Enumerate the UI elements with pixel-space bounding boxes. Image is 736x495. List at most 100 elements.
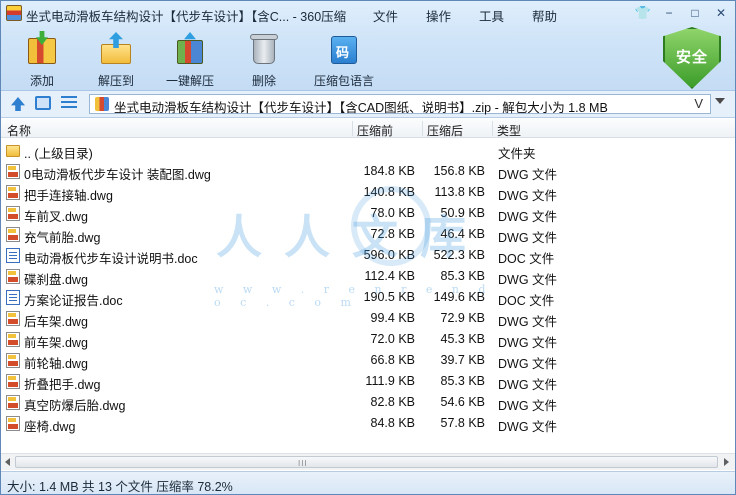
- dwg-file-icon: [6, 353, 20, 368]
- security-shield-button[interactable]: 安全: [663, 27, 721, 89]
- file-original-size: 72.9 KB: [440, 311, 485, 325]
- title-toolbar-area: 坐式电动滑板车结构设计【代步车设计】【含C... - 360压缩 文件 操作 工…: [1, 1, 735, 91]
- file-type: DWG 文件: [498, 378, 558, 392]
- file-type: DWG 文件: [498, 420, 558, 434]
- thumbnail-view-icon[interactable]: [35, 96, 51, 110]
- menu-operation[interactable]: 操作: [426, 6, 479, 25]
- file-type: DWG 文件: [498, 357, 558, 371]
- list-view-icon[interactable]: [61, 96, 77, 110]
- file-row[interactable]: 真空防爆后胎.dwg 82.8 KB 54.6 KB DWG 文件: [1, 392, 735, 413]
- file-row[interactable]: 车前叉.dwg 78.0 KB 50.9 KB DWG 文件: [1, 203, 735, 224]
- file-row[interactable]: .. (上级目录) 文件夹: [1, 140, 735, 161]
- file-row[interactable]: 方案论证报告.doc 190.5 KB 149.6 KB DOC 文件: [1, 287, 735, 308]
- main-toolbar: 添加 解压到 一键解压 删除 码 压缩包语言: [1, 25, 381, 89]
- file-row[interactable]: 前轮轴.dwg 66.8 KB 39.7 KB DWG 文件: [1, 350, 735, 371]
- menu-bar: 文件 操作 工具 帮助: [373, 6, 585, 25]
- address-field[interactable]: 坐式电动滑板车结构设计【代步车设计】【含CAD图纸、说明书】.zip - 解包大…: [89, 94, 711, 115]
- file-type: DWG 文件: [498, 315, 558, 329]
- archive-add-icon: [25, 31, 59, 66]
- skin-shirt-icon[interactable]: 👕: [633, 4, 653, 21]
- file-row[interactable]: 前车架.dwg 72.0 KB 45.3 KB DWG 文件: [1, 329, 735, 350]
- file-original-size: 45.3 KB: [440, 332, 485, 346]
- up-arrow-icon[interactable]: [11, 97, 25, 111]
- file-type: DOC 文件: [498, 294, 555, 308]
- file-type: DWG 文件: [498, 273, 558, 287]
- file-original-size: 85.3 KB: [440, 374, 485, 388]
- file-row[interactable]: 0电动滑板代步车设计 装配图.dwg 184.8 KB 156.8 KB DWG 文件: [1, 161, 735, 182]
- file-compressed-size: 190.5 KB: [363, 290, 415, 304]
- scroll-thumb[interactable]: III: [15, 456, 718, 468]
- file-compressed-size: 78.0 KB: [370, 206, 415, 220]
- file-row[interactable]: 碟刹盘.dwg 112.4 KB 85.3 KB DWG 文件: [1, 266, 735, 287]
- address-history-dropdown[interactable]: V: [694, 96, 703, 111]
- file-original-size: 85.3 KB: [440, 269, 485, 283]
- archive-path: 坐式电动滑板车结构设计【代步车设计】【含CAD图纸、说明书】.zip - 解包大…: [114, 101, 608, 115]
- title-bar: 坐式电动滑板车结构设计【代步车设计】【含C... - 360压缩 文件 操作 工…: [1, 1, 735, 25]
- security-label: 安全: [675, 48, 708, 66]
- scroll-right-arrow-icon[interactable]: [724, 458, 729, 466]
- file-row[interactable]: 把手连接轴.dwg 140.8 KB 113.8 KB DWG 文件: [1, 182, 735, 203]
- delete-label: 删除: [251, 74, 276, 88]
- scroll-left-arrow-icon[interactable]: [5, 458, 10, 466]
- file-name: 方案论证报告.doc: [24, 294, 123, 308]
- file-row[interactable]: 座椅.dwg 84.8 KB 57.8 KB DWG 文件: [1, 413, 735, 434]
- close-button[interactable]: ✕: [711, 4, 731, 21]
- window-controls: 👕 − □ ✕: [633, 4, 731, 21]
- file-type: DWG 文件: [498, 231, 558, 245]
- file-original-size: 113.8 KB: [434, 185, 485, 199]
- dwg-file-icon: [6, 185, 20, 200]
- file-original-size: 50.9 KB: [440, 206, 485, 220]
- menu-help[interactable]: 帮助: [532, 6, 585, 25]
- dwg-file-icon: [6, 311, 20, 326]
- delete-button[interactable]: 删除: [235, 25, 293, 89]
- file-row[interactable]: 后车架.dwg 99.4 KB 72.9 KB DWG 文件: [1, 308, 735, 329]
- menu-tools[interactable]: 工具: [479, 6, 532, 25]
- file-compressed-size: 66.8 KB: [370, 353, 415, 367]
- file-compressed-size: 99.4 KB: [370, 311, 415, 325]
- status-bar: 大小: 1.4 MB 共 13 个文件 压缩率 78.2%: [1, 471, 735, 494]
- dwg-file-icon: [6, 374, 20, 389]
- file-row[interactable]: 电动滑板代步车设计说明书.doc 596.0 KB 522.3 KB DOC 文件: [1, 245, 735, 266]
- column-type[interactable]: 类型: [497, 122, 521, 139]
- dwg-file-icon: [6, 416, 20, 431]
- archive-language-label: 压缩包语言: [313, 74, 374, 88]
- folder-icon: [6, 145, 20, 157]
- column-compressed[interactable]: 压缩前: [357, 122, 393, 139]
- file-name: 车前叉.dwg: [24, 210, 88, 224]
- file-name: 把手连接轴.dwg: [24, 189, 113, 203]
- dwg-file-icon: [6, 269, 20, 284]
- horizontal-scrollbar[interactable]: III: [1, 453, 735, 470]
- file-row[interactable]: 折叠把手.dwg 111.9 KB 85.3 KB DWG 文件: [1, 371, 735, 392]
- file-type: DWG 文件: [498, 168, 558, 182]
- archive-language-icon: 码: [327, 32, 361, 66]
- column-name[interactable]: 名称: [7, 122, 31, 139]
- add-label: 添加: [29, 74, 54, 88]
- column-divider[interactable]: [422, 121, 423, 136]
- address-menu-arrow-icon[interactable]: [715, 98, 725, 104]
- file-compressed-size: 82.8 KB: [370, 395, 415, 409]
- dwg-file-icon: [6, 332, 20, 347]
- maximize-button[interactable]: □: [685, 4, 705, 21]
- column-original[interactable]: 压缩后: [427, 122, 463, 139]
- dwg-file-icon: [6, 164, 20, 179]
- file-type: DWG 文件: [498, 399, 558, 413]
- add-button[interactable]: 添加: [13, 25, 71, 89]
- extract-to-label: 解压到: [97, 74, 134, 88]
- menu-file[interactable]: 文件: [373, 6, 426, 25]
- minimize-button[interactable]: −: [659, 4, 679, 21]
- file-compressed-size: 84.8 KB: [370, 416, 415, 430]
- one-click-extract-button[interactable]: 一键解压: [161, 25, 219, 89]
- trash-bin-icon: [247, 32, 281, 66]
- file-compressed-size: 140.8 KB: [363, 185, 415, 199]
- file-name: 前车架.dwg: [24, 336, 88, 350]
- archive-language-button[interactable]: 码 压缩包语言: [307, 25, 381, 89]
- extract-to-button[interactable]: 解压到: [87, 25, 145, 89]
- file-row[interactable]: 充气前胎.dwg 72.8 KB 46.4 KB DWG 文件: [1, 224, 735, 245]
- column-divider[interactable]: [492, 121, 493, 136]
- column-divider[interactable]: [352, 121, 353, 136]
- file-original-size: 54.6 KB: [440, 395, 485, 409]
- dwg-file-icon: [6, 206, 20, 221]
- file-compressed-size: 112.4 KB: [364, 269, 415, 283]
- address-bar-area: 坐式电动滑板车结构设计【代步车设计】【含CAD图纸、说明书】.zip - 解包大…: [1, 91, 735, 118]
- file-name: 碟刹盘.dwg: [24, 273, 88, 287]
